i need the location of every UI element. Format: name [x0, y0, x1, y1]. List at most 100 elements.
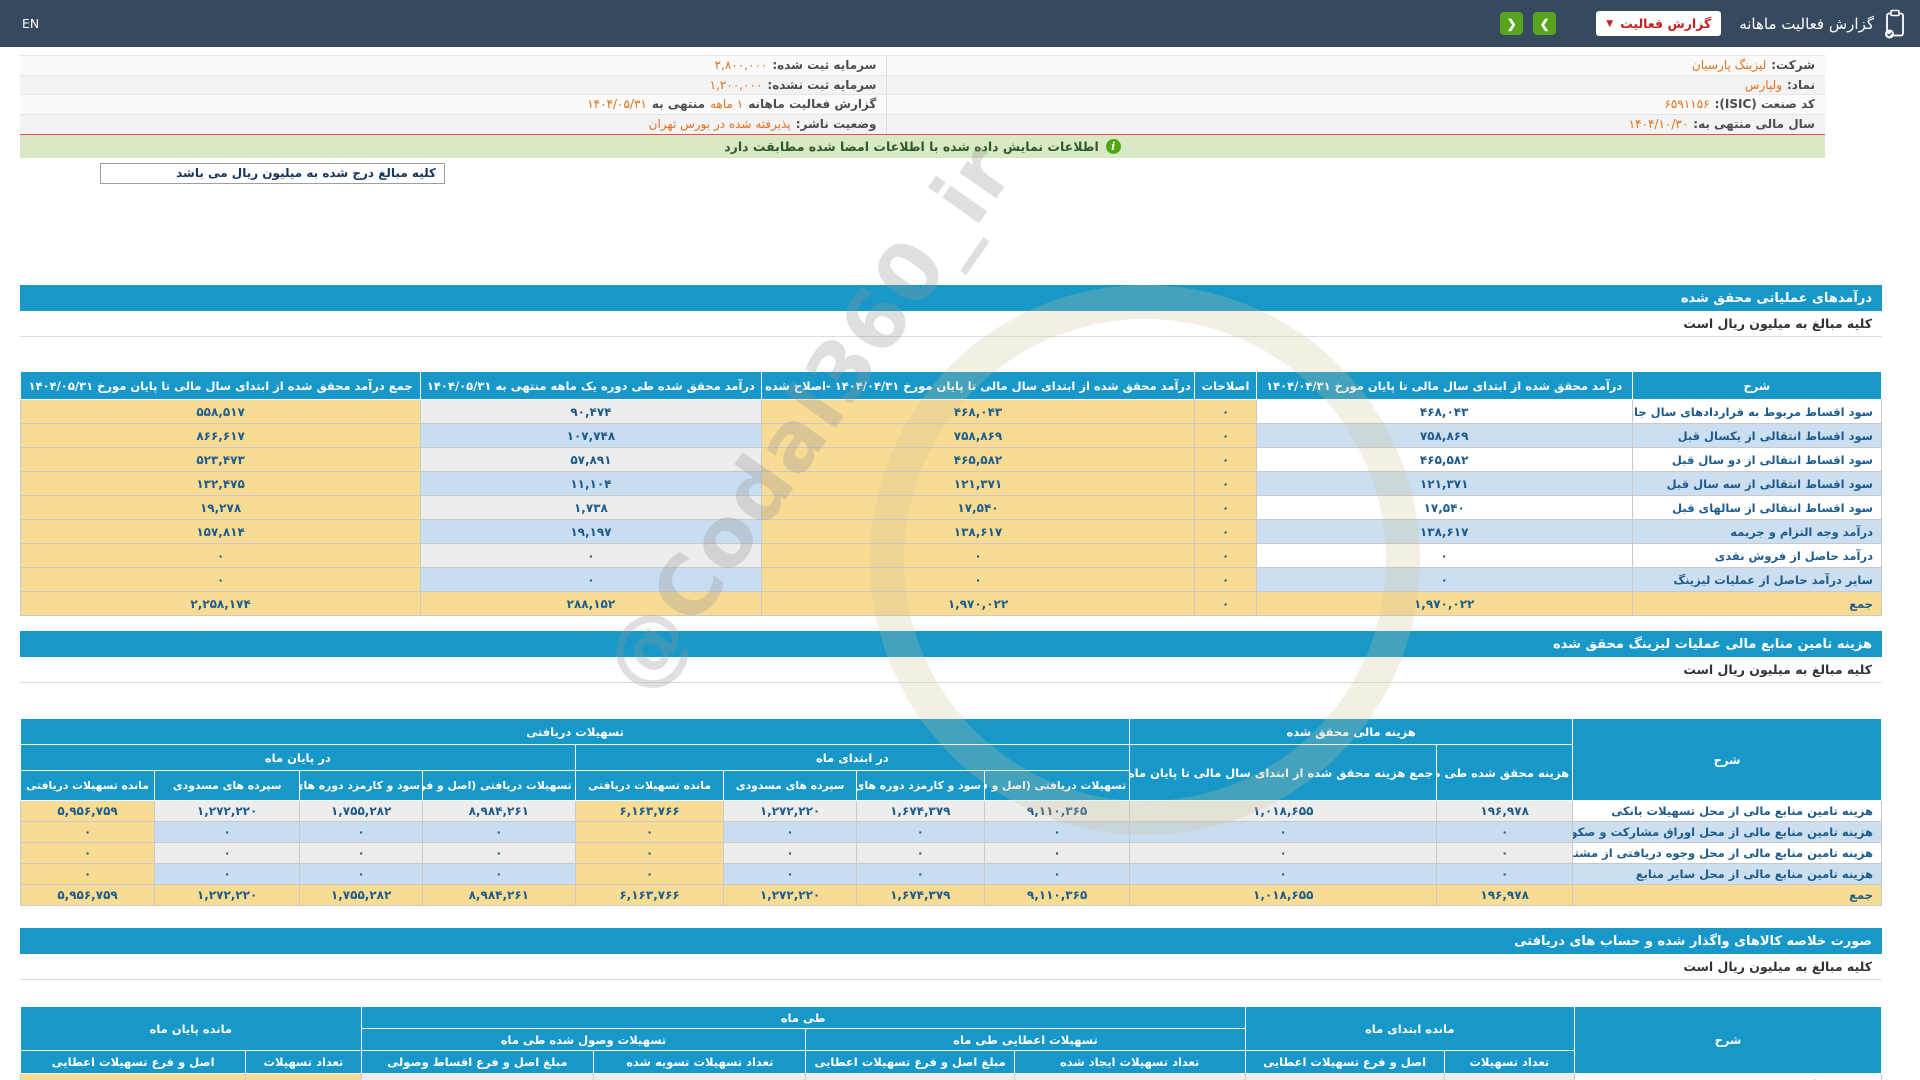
group-header: طی ماه [360, 1006, 1246, 1029]
table-cell: ۵,۹۵۶,۷۵۹ [19, 884, 156, 906]
report-period-ending-label: منتهی به [651, 97, 706, 112]
table-row: هزینه تامین منابع مالی از محل تسهیلات با… [19, 800, 1882, 822]
table-cell: ۱,۷۳۸ [420, 495, 762, 520]
column-header: جمع هزینه محقق شده از ابتدای سال مالی تا… [1129, 744, 1438, 801]
table-cell: ۰ [299, 842, 424, 864]
group-header: تسهیلات وصول شده طی ماه [360, 1028, 807, 1051]
table-cell [593, 1073, 807, 1080]
group-header: تسهیلات اعطایی طی ماه [805, 1028, 1246, 1051]
finance-cost-table: شرح هزینه مالی محقق شده تسهیلات دریافتی … [19, 718, 1882, 906]
group-header: مانده پایان ماه [20, 1006, 362, 1051]
company-info-table: شرکت: لیزینگ پارسیان سرمایه ثبت شده: ۲,۸… [20, 55, 1825, 136]
section-title: صورت خلاصه کالاهای واگذار شده و حساب های… [20, 928, 1882, 954]
table-cell: ۸,۹۸۴,۲۶۱ [422, 884, 576, 906]
column-header: درآمد محقق شده از ابتدای سال مالی تا پای… [760, 371, 1196, 400]
table-cell: ۸۶۶,۶۱۷ [19, 423, 422, 448]
table-cell: ۰ [154, 821, 301, 843]
goods-summary-table: شرح مانده ابتدای ماه طی ماه مانده پایان … [19, 1006, 1883, 1080]
table-cell: ۶,۱۶۳,۷۶۶ [574, 800, 725, 822]
table-cell: ۱,۲۷۲,۲۲۰ [154, 884, 301, 906]
table-cell: ۱۲۱,۳۷۱ [760, 471, 1196, 496]
column-header: سپرده های مسدودی [154, 770, 301, 801]
table-row: سایر درآمد حاصل از عملیات لیزینگ ۰ ۰ ۰ ۰ ۰ [19, 567, 1883, 592]
table-cell: ۹,۱۱۰,۳۶۵ [984, 884, 1131, 906]
unregistered-capital-label: سرمایه ثبت نشده: [767, 77, 877, 92]
table-cell: ۰ [19, 567, 422, 592]
group-header: در پایان ماه [20, 744, 576, 771]
issuer-status-value: پذیرفته شده در بورس تهران [648, 117, 791, 132]
registered-capital-value: ۲,۸۰۰,۰۰۰ [714, 58, 768, 73]
table-cell: ۰ [1194, 447, 1257, 472]
column-header: تعداد تسهیلات [245, 1050, 362, 1074]
column-header: تعداد تسهیلات ایجاد شده [1013, 1050, 1246, 1074]
table-row: سود اقساط انتقالی از سه سال قبل ۱۲۱,۳۷۱ ۰ ۱… [19, 471, 1883, 496]
table-row: سود اقساط انتقالی از سالهای قبل ۱۷,۵۴۰ ۰ ۱۷… [19, 495, 1883, 520]
row-label: هزینه تامین منابع مالی از محل سایر منابع [1572, 863, 1882, 885]
next-report-button[interactable]: ❯ [1533, 12, 1557, 35]
table-cell: ۱۷,۵۴۰ [760, 495, 1196, 520]
table-cell: ۵,۹۵۶,۷۵۹ [19, 800, 156, 822]
table-cell: ۱,۲۷۲,۲۲۰ [723, 884, 857, 906]
group-header: مانده ابتدای ماه [1244, 1006, 1575, 1051]
table-cell: ۱۰۷,۷۴۸ [420, 423, 762, 448]
section-title: هزینه تامین منابع مالی عملیات لیزینگ محق… [20, 631, 1882, 657]
table-cell: ۸,۹۸۴,۲۶۱ [422, 800, 576, 822]
revenue-table: شرح درآمد محقق شده از ابتدای سال مالی تا … [19, 371, 1883, 616]
row-label: سود اقساط انتقالی از سه سال قبل [1631, 471, 1883, 496]
table-cell: ۰ [1436, 863, 1574, 885]
table-cell [805, 1073, 1015, 1080]
table-cell: ۰ [760, 543, 1196, 568]
column-header: شرح [1631, 371, 1883, 400]
table-cell: ۰ [1436, 821, 1574, 843]
group-header: در ابتدای ماه [574, 744, 1131, 771]
page-title: گزارش فعالیت ماهانه [1739, 14, 1874, 33]
isic-label: کد صنعت (ISIC): [1714, 97, 1815, 112]
info-icon: i [1105, 139, 1121, 154]
table-cell: ۰ [723, 863, 857, 885]
section-operating-revenue: درآمدهای عملیاتی محقق شده کلیه مبالغ به … [19, 285, 1883, 616]
table-cell: ۱۹۶,۹۷۸ [1436, 884, 1574, 906]
language-toggle[interactable]: EN [14, 16, 39, 31]
row-label: سود اقساط انتقالی از سالهای قبل [1631, 495, 1883, 520]
section-unit-note: کلیه مبالغ به میلیون ریال است [20, 311, 1882, 337]
table-cell: ۱,۷۵۵,۲۸۲ [299, 800, 424, 822]
symbol-value: ولپارس [1744, 77, 1782, 92]
table-cell [19, 1073, 247, 1080]
column-header: درآمد محقق شده از ابتدای سال مالی تا پای… [1255, 371, 1633, 400]
table-cell: ۰ [1194, 567, 1257, 592]
group-header: هزینه مالی محقق شده [1129, 718, 1574, 745]
table-header-row: شرح هزینه مالی محقق شده تسهیلات دریافتی [19, 718, 1882, 801]
table-cell [1244, 1073, 1445, 1080]
table-row: هزینه تامین منابع مالی از محل سایر منابع… [19, 863, 1882, 885]
table-cell: ۰ [984, 863, 1131, 885]
table-cell: ۱۹,۱۹۷ [420, 519, 762, 544]
table-cell: ۰ [1255, 567, 1633, 592]
table-cell: ۰ [19, 543, 422, 568]
column-header: اصل و فرع تسهیلات اعطایی [1244, 1050, 1445, 1074]
table-cell [360, 1073, 595, 1080]
table-cell: ۱,۲۷۲,۲۲۰ [723, 800, 857, 822]
table-cell: ۰ [574, 863, 725, 885]
table-cell: ۴۶۸,۰۴۳ [1255, 399, 1633, 424]
group-header: تسهیلات دریافتی [19, 718, 1131, 745]
table-cell: ۰ [1129, 821, 1438, 843]
previous-report-button[interactable]: ❮ [1500, 12, 1524, 35]
row-label: هزینه تامین منابع مالی از محل اوراق مشار… [1572, 821, 1882, 843]
table-cell: ۰ [299, 863, 424, 885]
table-cell: ۹۰,۴۷۴ [420, 399, 762, 424]
table-cell: ۰ [723, 821, 857, 843]
table-cell [1013, 1073, 1246, 1080]
table-cell: ۷۵۸,۸۶۹ [760, 423, 1196, 448]
section-title: درآمدهای عملیاتی محقق شده [20, 285, 1882, 311]
table-cell: ۹,۱۱۰,۳۶۵ [984, 800, 1131, 822]
info-row: سال مالی منتهی به: ۱۴۰۴/۱۰/۳۰ وضعیت ناشر… [20, 114, 1825, 134]
table-cell: ۱,۷۵۵,۲۸۲ [299, 884, 424, 906]
table-cell: ۰ [855, 863, 986, 885]
report-type-dropdown[interactable]: گزارش فعالیت ▼ [1596, 11, 1722, 36]
table-cell: ۰ [574, 842, 725, 864]
row-label: سود اقساط انتقالی از یکسال قبل [1631, 423, 1883, 448]
issuer-status-label: وضعیت ناشر: [795, 117, 877, 132]
table-row: سود اقساط انتقالی از دو سال قبل ۴۶۵,۵۸۲ ۰ ۴… [19, 447, 1883, 472]
table-cell: ۵۵۸,۵۱۷ [19, 399, 422, 424]
table-cell: ۵۲۳,۴۷۳ [19, 447, 422, 472]
